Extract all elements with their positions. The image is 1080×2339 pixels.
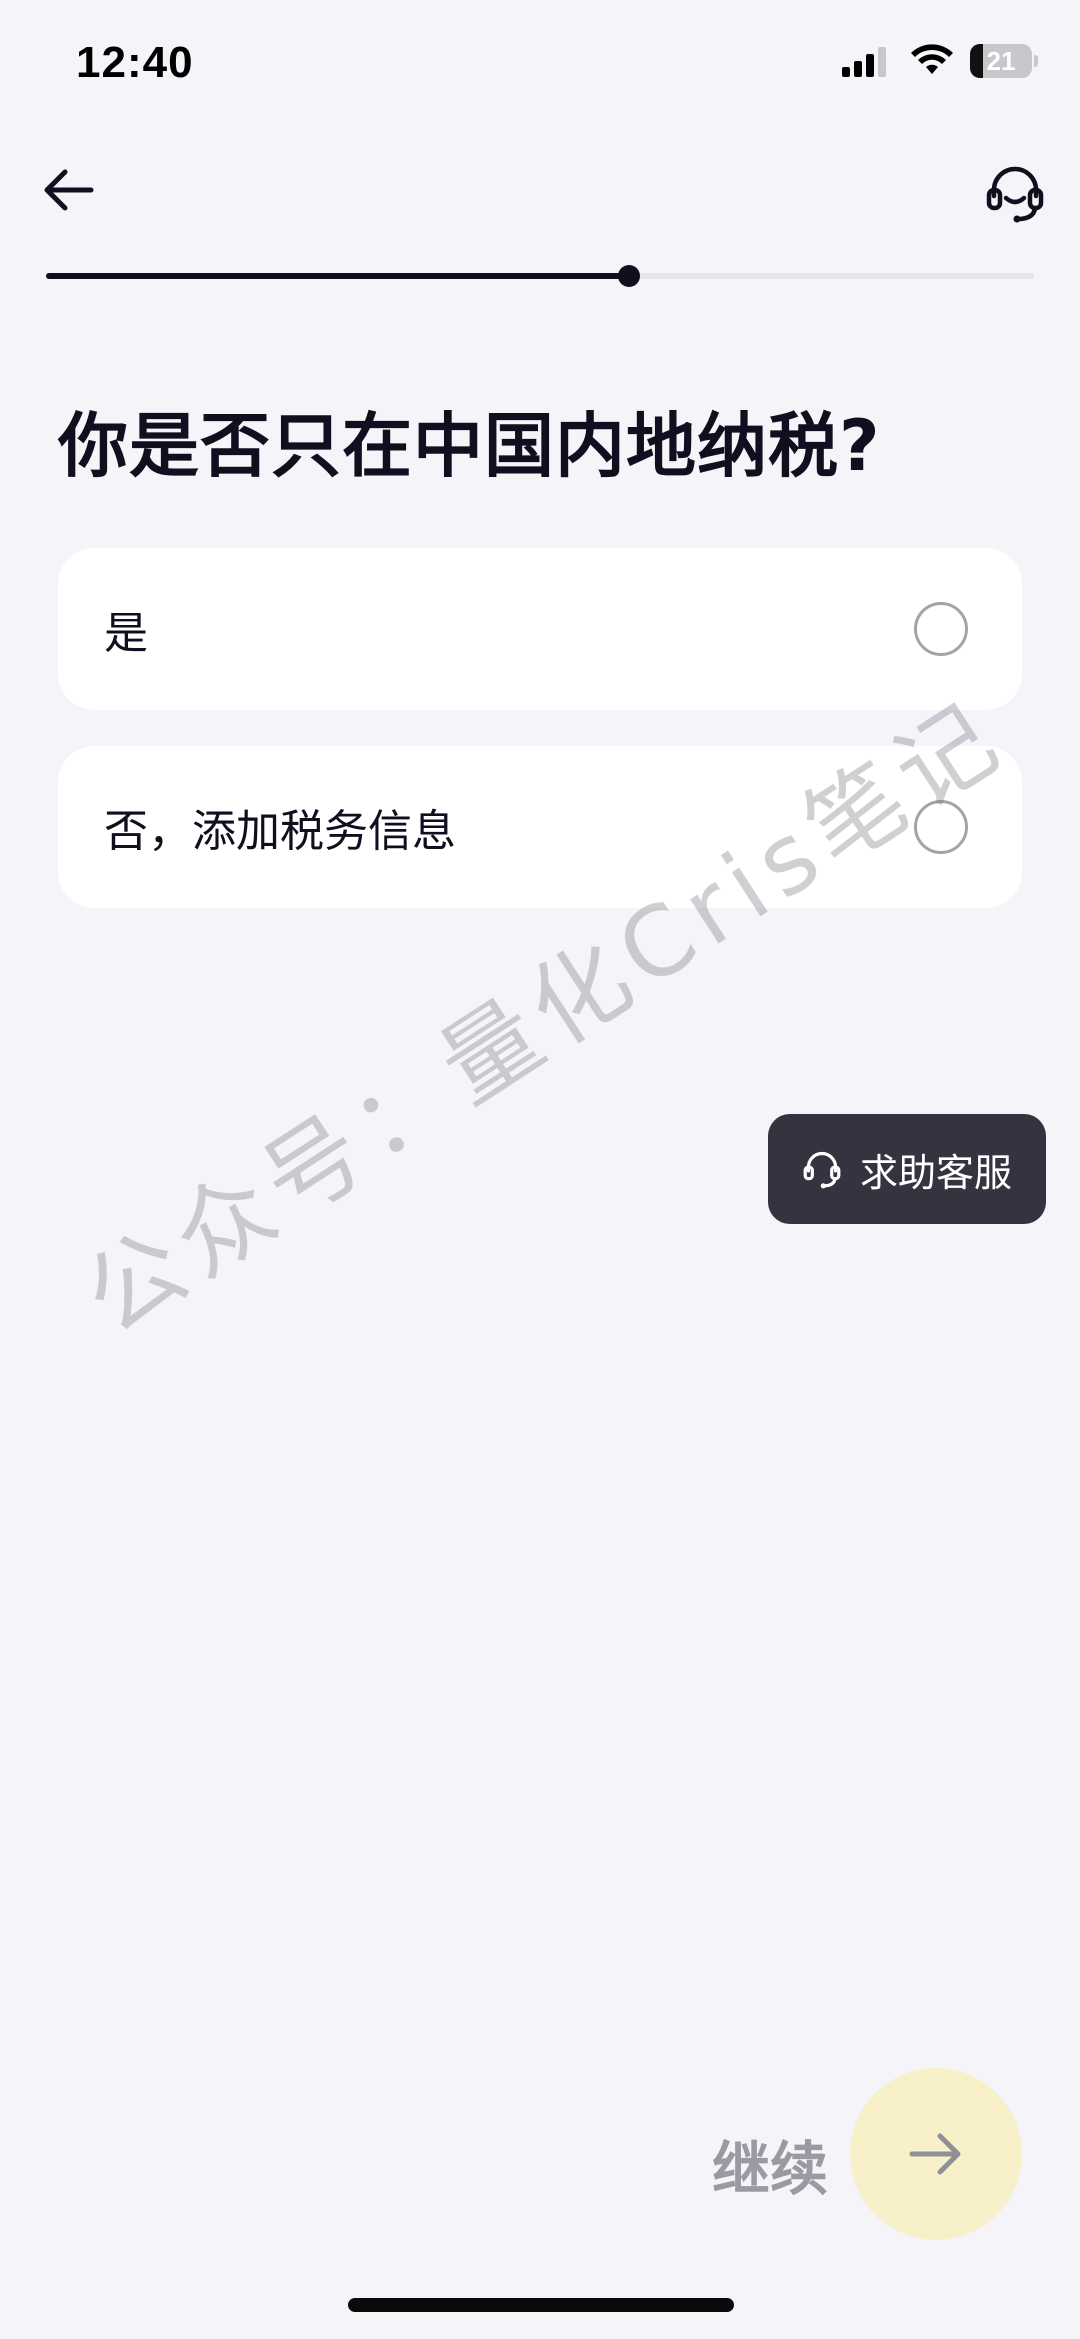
progress-fill [46, 273, 629, 279]
home-indicator [348, 2298, 734, 2312]
cellular-signal-icon [842, 47, 886, 77]
back-button[interactable] [36, 158, 100, 222]
headset-icon [803, 1151, 841, 1189]
status-time: 12:40 [76, 38, 194, 87]
headset-icon [986, 166, 1044, 223]
arrow-left-icon [44, 169, 94, 211]
wifi-icon [911, 44, 953, 74]
battery-icon: 21 [970, 44, 1032, 78]
progress-knob [617, 265, 640, 287]
option-no-add-tax-info[interactable]: 否，添加税务信息 [58, 746, 1022, 908]
battery-cap [1034, 55, 1038, 67]
question-title: 你是否只在中国内地纳税? [58, 405, 881, 487]
option-yes[interactable]: 是 [58, 548, 1022, 710]
option-label: 是 [104, 608, 148, 659]
progress-bar [46, 265, 1034, 287]
battery-indicator: 21 [970, 44, 1038, 78]
continue-label: 继续 [712, 2135, 829, 2203]
battery-percent: 21 [986, 45, 1016, 76]
status-bar: 12:40 21 [0, 0, 1080, 130]
option-label: 否，添加税务信息 [104, 806, 456, 857]
radio-button[interactable] [914, 602, 968, 656]
arrow-right-icon [909, 2133, 961, 2175]
status-icons: 21 [842, 44, 1038, 78]
help-label: 求助客服 [859, 1150, 1012, 1195]
support-button[interactable] [980, 158, 1050, 228]
radio-button[interactable] [914, 800, 968, 854]
help-support-button[interactable]: 求助客服 [768, 1114, 1046, 1224]
continue-button[interactable] [850, 2068, 1022, 2240]
battery-fill [970, 44, 984, 78]
